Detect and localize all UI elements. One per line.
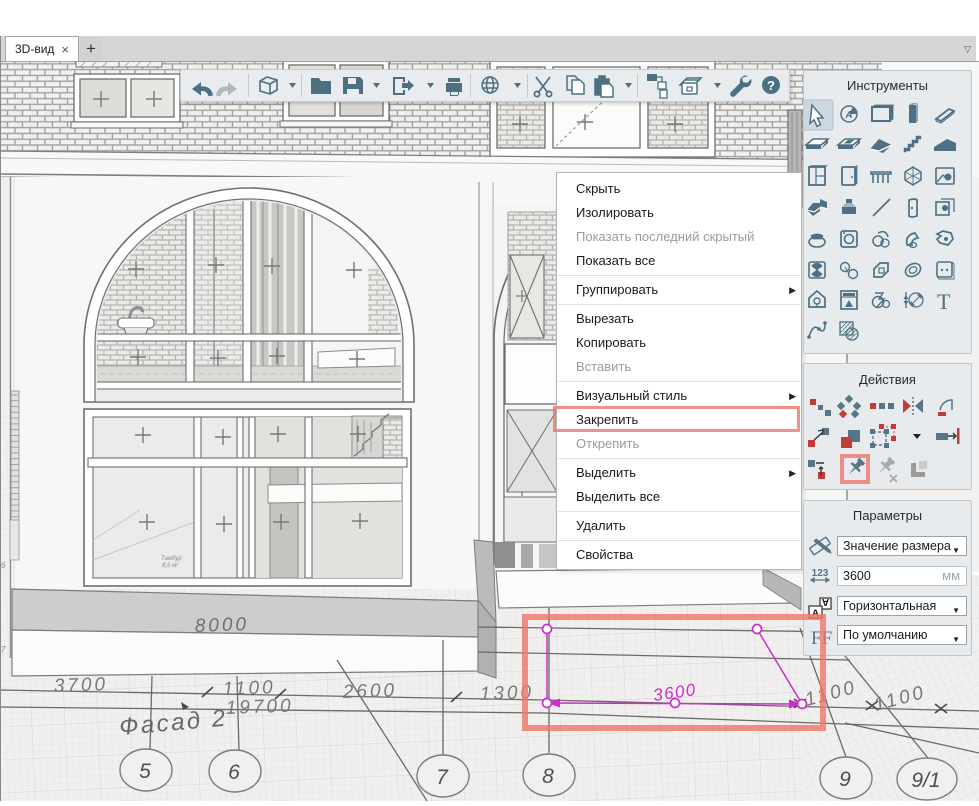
svg-text:6: 6	[228, 761, 240, 784]
svg-text:5: 5	[139, 760, 151, 783]
svg-text:8,5 м²: 8,5 м²	[162, 563, 179, 569]
svg-text:9/1: 9/1	[911, 769, 940, 792]
svg-text:6: 6	[1, 561, 6, 570]
svg-text:Тамбур: Тамбур	[161, 556, 182, 562]
svg-text:2600: 2600	[341, 680, 397, 703]
svg-text:7: 7	[1, 645, 6, 654]
svg-text:3700: 3700	[53, 674, 108, 697]
svg-text:T: T	[937, 289, 951, 314]
svg-text:A: A	[822, 596, 829, 607]
svg-text:8000: 8000	[194, 614, 249, 637]
svg-text:9: 9	[839, 768, 851, 791]
svg-text:19700: 19700	[225, 696, 294, 719]
svg-text:7: 7	[436, 766, 449, 789]
svg-text:?: ?	[767, 78, 775, 93]
svg-text:8: 8	[542, 765, 554, 788]
